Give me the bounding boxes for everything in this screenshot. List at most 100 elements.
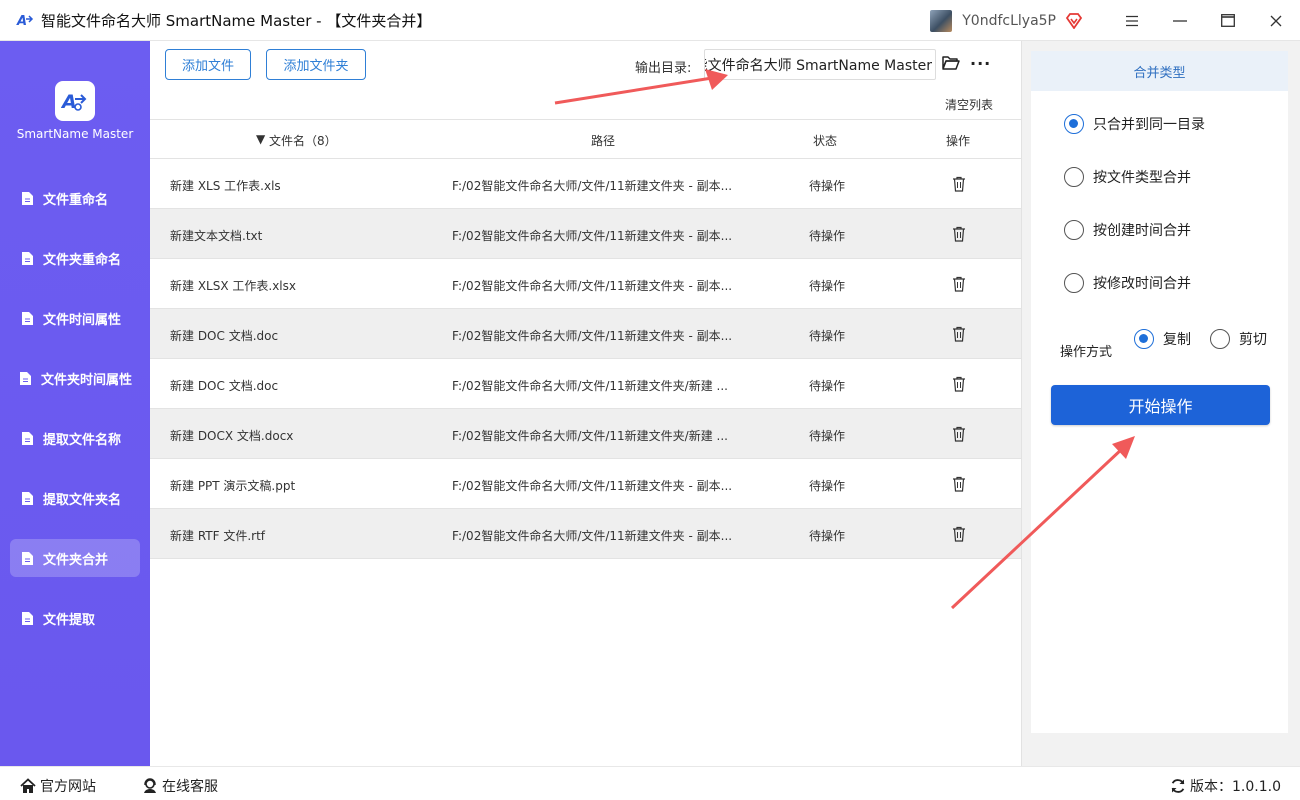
file-path: F:/02智能文件命名大师/文件/11新建文件夹 - 副本... <box>452 179 733 193</box>
table-row[interactable]: 新建 DOC 文档.doc F:/02智能文件命名大师/文件/11新建文件夹 -… <box>150 309 1021 359</box>
maximize-icon[interactable] <box>1204 0 1252 41</box>
file-status: 待操作 <box>809 179 846 193</box>
table-row[interactable]: 新建 RTF 文件.rtf F:/02智能文件命名大师/文件/11新建文件夹 -… <box>150 509 1021 559</box>
merge-option-same-dir[interactable]: 只合并到同一目录 <box>1064 114 1205 134</box>
start-button[interactable]: 开始操作 <box>1051 385 1270 425</box>
file-path: F:/02智能文件命名大师/文件/11新建文件夹 - 副本... <box>452 479 733 493</box>
merge-option-by-created[interactable]: 按创建时间合并 <box>1064 220 1191 240</box>
file-name: 新建 XLS 工作表.xls <box>170 179 281 193</box>
refresh-icon <box>1170 778 1186 794</box>
trash-icon[interactable] <box>952 276 966 292</box>
vip-diamond-icon[interactable] <box>1064 11 1084 31</box>
file-name: 新建 DOCX 文档.docx <box>170 429 294 443</box>
file-status: 待操作 <box>809 429 846 443</box>
merge-panel: 合并类型 只合并到同一目录 按文件类型合并 按创建时间合并 按修改时间合并 操作… <box>1031 51 1288 733</box>
file-path: F:/02智能文件命名大师/文件/11新建文件夹/新建 ... <box>452 379 728 393</box>
file-status: 待操作 <box>809 279 846 293</box>
table-row[interactable]: 新建 DOCX 文档.docx F:/02智能文件命名大师/文件/11新建文件夹… <box>150 409 1021 459</box>
merge-panel-container: 合并类型 只合并到同一目录 按文件类型合并 按创建时间合并 按修改时间合并 操作… <box>1021 41 1300 766</box>
support-agent-icon <box>142 778 158 794</box>
brand-logo-icon: A <box>55 81 95 121</box>
username[interactable]: Y0ndfcLlya5P <box>962 13 1056 29</box>
sidebar-item-extract-foldername[interactable]: 提取文件夹名 <box>10 479 140 517</box>
radio-icon[interactable] <box>1064 167 1084 187</box>
sidebar-item-file-time[interactable]: 文件时间属性 <box>10 299 140 337</box>
document-icon <box>22 431 33 445</box>
online-support-link[interactable]: 在线客服 <box>142 776 218 796</box>
avatar[interactable] <box>930 9 953 32</box>
official-website-label: 官方网站 <box>40 779 96 795</box>
table-row[interactable]: 新建 XLSX 工作表.xlsx F:/02智能文件命名大师/文件/11新建文件… <box>150 259 1021 309</box>
table-row[interactable]: 新建 PPT 演示文稿.ppt F:/02智能文件命名大师/文件/11新建文件夹… <box>150 459 1021 509</box>
file-name: 新建文本文档.txt <box>170 229 263 243</box>
trash-icon[interactable] <box>952 526 966 542</box>
sidebar-item-file-extract[interactable]: 文件提取 <box>10 599 140 637</box>
file-path: F:/02智能文件命名大师/文件/11新建文件夹 - 副本... <box>452 329 733 343</box>
trash-icon[interactable] <box>952 426 966 442</box>
sidebar-item-label: 文件重命名 <box>43 192 109 208</box>
file-path: F:/02智能文件命名大师/文件/11新建文件夹 - 副本... <box>452 529 733 543</box>
menu-icon[interactable] <box>1108 0 1156 41</box>
table-row[interactable]: 新建 DOC 文档.doc F:/02智能文件命名大师/文件/11新建文件夹/新… <box>150 359 1021 409</box>
radio-icon[interactable] <box>1064 273 1084 293</box>
radio-icon[interactable] <box>1064 220 1084 240</box>
trash-icon[interactable] <box>952 376 966 392</box>
op-mode-copy[interactable]: 复制 <box>1134 329 1191 349</box>
trash-icon[interactable] <box>952 176 966 192</box>
column-header-path: 路径 <box>591 134 616 148</box>
sidebar-item-label: 文件时间属性 <box>43 312 122 328</box>
sidebar-item-folder-rename[interactable]: 文件夹重命名 <box>10 239 140 277</box>
file-status: 待操作 <box>809 479 846 493</box>
folder-open-icon[interactable] <box>942 55 960 71</box>
op-mode-cut-label: 剪切 <box>1239 332 1267 348</box>
official-website-link[interactable]: 官方网站 <box>20 776 96 796</box>
add-file-button[interactable]: 添加文件 <box>165 49 251 80</box>
table-row[interactable]: 新建文本文档.txt F:/02智能文件命名大师/文件/11新建文件夹 - 副本… <box>150 209 1021 259</box>
version-info[interactable]: 版本：1.0.1.0 <box>1170 776 1281 796</box>
merge-option-label: 按创建时间合并 <box>1093 223 1191 239</box>
radio-selected-icon[interactable] <box>1064 114 1084 134</box>
document-icon <box>22 491 33 505</box>
sidebar-item-label: 文件夹重命名 <box>43 252 122 268</box>
trash-icon[interactable] <box>952 226 966 242</box>
svg-text:A: A <box>16 14 27 29</box>
sidebar-item-label: 提取文件名称 <box>43 432 122 448</box>
table-row[interactable]: 新建 XLS 工作表.xls F:/02智能文件命名大师/文件/11新建文件夹 … <box>150 159 1021 209</box>
radio-icon[interactable] <box>1210 329 1230 349</box>
radio-selected-icon[interactable] <box>1134 329 1154 349</box>
merge-option-by-type[interactable]: 按文件类型合并 <box>1064 167 1191 187</box>
column-header-action: 操作 <box>946 134 971 148</box>
file-status: 待操作 <box>809 529 846 543</box>
document-icon <box>22 311 33 325</box>
svg-text:A: A <box>61 91 77 113</box>
op-mode-cut[interactable]: 剪切 <box>1210 329 1267 349</box>
column-header-status: 状态 <box>813 134 838 148</box>
file-status: 待操作 <box>809 229 846 243</box>
trash-icon[interactable] <box>952 326 966 342</box>
column-header-name[interactable]: 文件名（8） <box>269 132 337 149</box>
merge-option-label: 按文件类型合并 <box>1093 170 1191 186</box>
sidebar-item-extract-filename[interactable]: 提取文件名称 <box>10 419 140 457</box>
merge-option-label: 只合并到同一目录 <box>1093 117 1205 133</box>
clear-list-button[interactable]: 清空列表 <box>945 96 993 113</box>
sidebar-item-label: 提取文件夹名 <box>43 492 122 508</box>
output-dir-input[interactable]: 能文件命名大师 SmartName Master <box>704 49 936 80</box>
sidebar-item-folder-time[interactable]: 文件夹时间属性 <box>10 359 140 397</box>
table-header: ▼ 文件名（8） 路径 状态 操作 <box>150 119 1021 159</box>
home-icon <box>20 778 36 794</box>
file-path: F:/02智能文件命名大师/文件/11新建文件夹/新建 ... <box>452 429 728 443</box>
sidebar-item-folder-merge[interactable]: 文件夹合并 <box>10 539 140 577</box>
file-name: 新建 XLSX 工作表.xlsx <box>170 279 296 293</box>
merge-option-by-modified[interactable]: 按修改时间合并 <box>1064 273 1191 293</box>
sidebar-item-label: 文件夹合并 <box>43 552 109 568</box>
more-options-icon[interactable]: ··· <box>970 54 991 73</box>
trash-icon[interactable] <box>952 476 966 492</box>
sort-down-icon[interactable]: ▼ <box>256 132 265 146</box>
add-folder-button[interactable]: 添加文件夹 <box>266 49 366 80</box>
sidebar-item-file-rename[interactable]: 文件重命名 <box>10 179 140 217</box>
document-icon <box>20 371 31 385</box>
window-title: 智能文件命名大师 SmartName Master - 【文件夹合并】 <box>41 11 432 30</box>
minimize-icon[interactable] <box>1156 0 1204 41</box>
file-name: 新建 RTF 文件.rtf <box>170 529 266 543</box>
close-icon[interactable] <box>1252 0 1300 41</box>
